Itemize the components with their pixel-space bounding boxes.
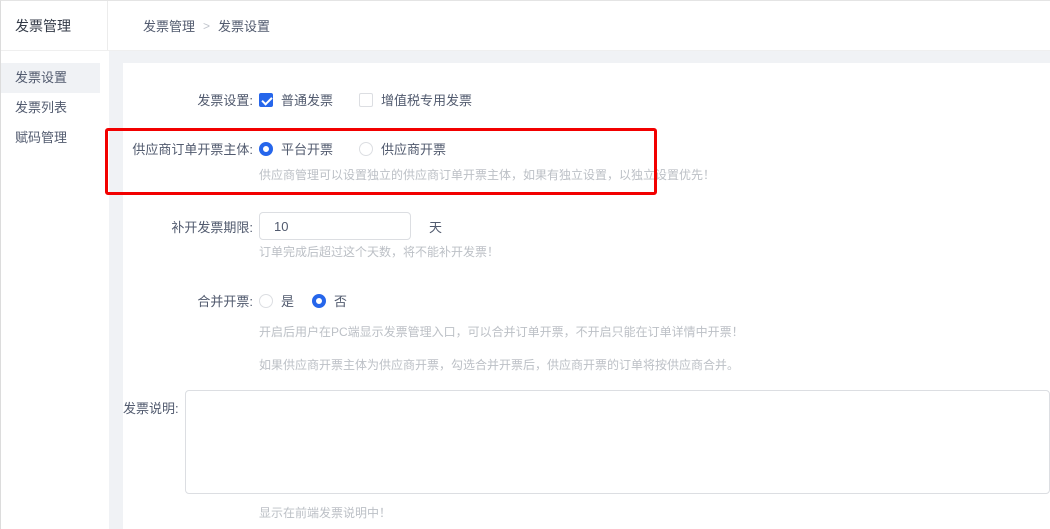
radio-unchecked-icon[interactable] (259, 294, 273, 308)
supplier-subject-label: 供应商订单开票主体: (123, 139, 253, 158)
row-reissue-deadline: 补开发票期限: 天 (123, 212, 1050, 240)
sidebar-item-code-management[interactable]: 赋码管理 (1, 123, 100, 153)
sidebar-item-invoice-list[interactable]: 发票列表 (1, 93, 100, 123)
supplier-subject-tip: 供应商管理可以设置独立的供应商订单开票主体，如果有独立设置，以独立设置优先！ (259, 167, 1050, 183)
reissue-days-input[interactable] (259, 212, 411, 240)
breadcrumb: 发票管理 > 发票设置 (143, 1, 270, 50)
row-supplier-subject: 供应商订单开票主体: 平台开票 供应商开票 (123, 139, 1050, 158)
invoice-type-label: 发票设置: (123, 90, 253, 109)
reissue-days-unit: 天 (429, 217, 442, 236)
breadcrumb-invoice-management[interactable]: 发票管理 (143, 16, 195, 35)
merge-invoicing-tip-1: 开启后用户在PC端显示发票管理入口，可以合并订单开票，不开启只能在订单详情中开票… (259, 324, 1050, 340)
radio-checked-icon[interactable] (312, 294, 326, 308)
checkbox-option-vat-special-invoice[interactable]: 增值税专用发票 (359, 90, 472, 109)
breadcrumb-invoice-settings: 发票设置 (218, 16, 270, 35)
radio-checked-icon[interactable] (259, 142, 273, 156)
radio-label: 供应商开票 (381, 139, 446, 158)
checkbox-checked-icon[interactable] (259, 93, 273, 107)
merge-invoicing-label: 合并开票: (123, 291, 253, 310)
merge-invoicing-tip-2: 如果供应商开票主体为供应商开票，勾选合并开票后，供应商开票的订单将按供应商合并。 (259, 357, 1050, 373)
radio-label: 否 (334, 291, 347, 310)
invoice-description-label: 发票说明: (123, 390, 179, 417)
radio-label: 是 (281, 291, 294, 310)
sidebar-item-invoice-settings[interactable]: 发票设置 (1, 63, 100, 93)
checkbox-option-ordinary-invoice[interactable]: 普通发票 (259, 90, 333, 109)
main-area: 发票设置: 普通发票 增值税专用发票 供应商订单开票主体: (109, 51, 1050, 529)
radio-label: 平台开票 (281, 139, 333, 158)
row-invoice-type: 发票设置: 普通发票 增值税专用发票 (123, 90, 1050, 109)
radio-option-merge-no[interactable]: 否 (312, 291, 347, 310)
checkbox-label: 普通发票 (281, 90, 333, 109)
top-header: 发票管理 发票管理 > 发票设置 (1, 1, 1050, 51)
reissue-deadline-tip: 订单完成后超过这个天数，将不能补开发票！ (259, 244, 1050, 260)
checkbox-label: 增值税专用发票 (381, 90, 472, 109)
row-merge-invoicing: 合并开票: 是 否 (123, 291, 1050, 310)
breadcrumb-separator-icon: > (203, 19, 210, 33)
checkbox-unchecked-icon[interactable] (359, 93, 373, 107)
row-invoice-description: 发票说明: (123, 390, 1050, 494)
invoice-settings-page: 发票管理 发票管理 > 发票设置 发票设置 发票列表 赋码管理 发票设置: (0, 0, 1050, 529)
radio-unchecked-icon[interactable] (359, 142, 373, 156)
sidebar: 发票设置 发票列表 赋码管理 (1, 51, 109, 529)
settings-card: 发票设置: 普通发票 增值税专用发票 供应商订单开票主体: (123, 63, 1050, 529)
invoice-description-textarea[interactable] (185, 390, 1050, 494)
invoice-description-tip: 显示在前端发票说明中！ (259, 505, 1050, 521)
radio-option-platform-invoicing[interactable]: 平台开票 (259, 139, 333, 158)
radio-option-supplier-invoicing[interactable]: 供应商开票 (359, 139, 446, 158)
reissue-deadline-label: 补开发票期限: (123, 217, 253, 236)
radio-option-merge-yes[interactable]: 是 (259, 291, 294, 310)
module-title: 发票管理 (1, 1, 108, 50)
